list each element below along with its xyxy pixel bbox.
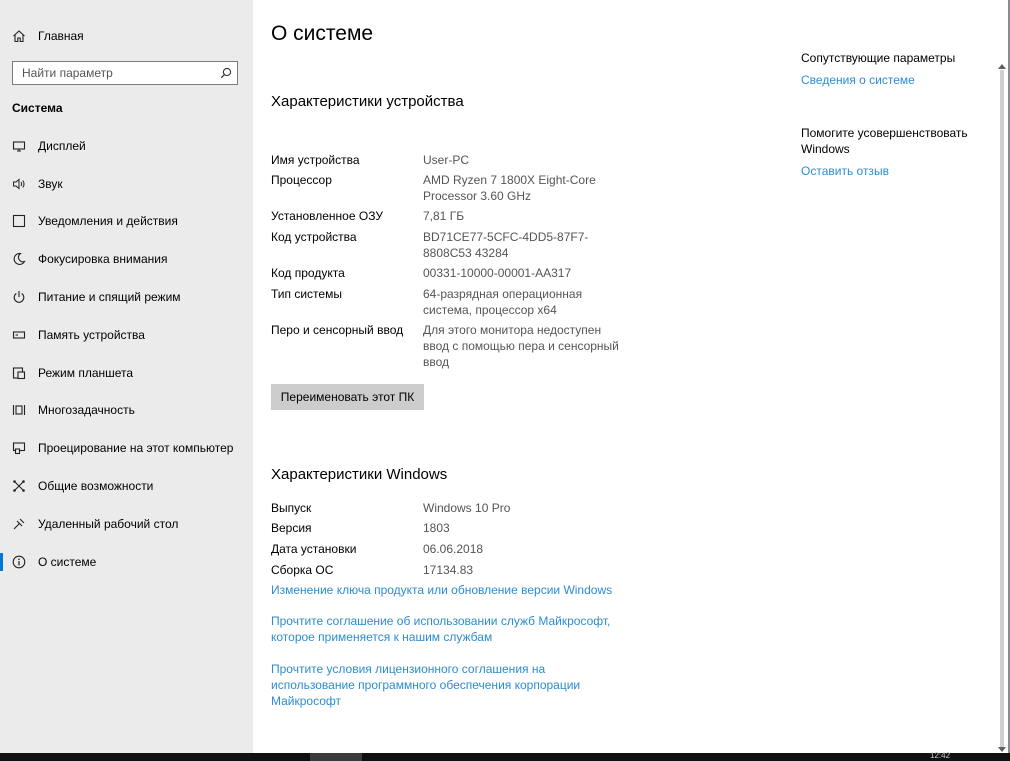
home-link[interactable]: Главная <box>12 26 84 46</box>
spec-key: Код устройства <box>271 230 357 244</box>
spec-value: Windows 10 Pro <box>423 501 511 515</box>
sidebar-item-label: Фокусировка внимания <box>38 252 168 267</box>
scrollbar[interactable] <box>996 50 1008 753</box>
display-icon <box>12 139 26 153</box>
storage-icon <box>12 328 26 342</box>
sidebar-item-notifications[interactable]: Уведомления и действия <box>0 203 253 241</box>
spec-value: 1803 <box>423 521 450 535</box>
sound-icon <box>12 177 26 191</box>
projecting-icon <box>12 441 26 455</box>
info-icon <box>12 555 26 569</box>
license-terms-link[interactable]: Прочтите условия лицензионного соглашени… <box>271 661 591 709</box>
search-input[interactable] <box>13 63 215 83</box>
sidebar: Главная Система Дисплей Звук Уведомления… <box>0 0 253 753</box>
sidebar-item-focus-assist[interactable]: Фокусировка внимания <box>0 240 253 278</box>
windows-specs-heading: Характеристики Windows <box>271 466 448 483</box>
spec-key: Установленное ОЗУ <box>271 209 383 223</box>
related-settings-heading: Сопутствующие параметры <box>801 51 956 65</box>
sidebar-item-power[interactable]: Питание и спящий режим <box>0 278 253 316</box>
remote-desktop-icon <box>12 517 26 531</box>
sidebar-item-label: Звук <box>38 176 63 191</box>
improve-windows-heading: Помогите усовершенствовать Windows <box>801 126 968 156</box>
sidebar-item-shared-experiences[interactable]: Общие возможности <box>0 467 253 505</box>
taskbar <box>0 753 1010 761</box>
sidebar-item-label: Удаленный рабочий стол <box>38 516 179 531</box>
taskbar-active-app[interactable] <box>310 753 362 761</box>
sidebar-item-label: Дисплей <box>38 138 86 153</box>
sidebar-item-sound[interactable]: Звук <box>0 165 253 203</box>
search-icon[interactable] <box>215 67 237 79</box>
spec-value: User-PC <box>423 153 470 167</box>
sidebar-item-label: Питание и спящий режим <box>38 290 181 305</box>
spec-key: Имя устройства <box>271 153 360 167</box>
spec-key: Процессор <box>271 173 332 187</box>
sidebar-item-tablet-mode[interactable]: Режим планшета <box>0 354 253 392</box>
notifications-icon <box>12 214 26 228</box>
scroll-thumb[interactable] <box>1000 70 1004 750</box>
spec-value: 00331-10000-00001-AA317 <box>423 266 572 280</box>
search-box[interactable] <box>12 61 238 85</box>
sidebar-item-display[interactable]: Дисплей <box>0 127 253 165</box>
spec-key: Код продукта <box>271 266 345 280</box>
sidebar-item-about[interactable]: О системе <box>0 543 253 581</box>
services-agreement-link[interactable]: Прочтите соглашение об использовании слу… <box>271 613 621 645</box>
page-title: О системе <box>271 22 374 45</box>
change-product-key-link[interactable]: Изменение ключа продукта или обновление … <box>271 582 621 598</box>
spec-value: 7,81 ГБ <box>423 209 465 223</box>
sidebar-item-label: Проецирование на этот компьютер <box>38 441 234 456</box>
rename-pc-button[interactable]: Переименовать этот ПК <box>271 384 424 410</box>
sidebar-item-multitasking[interactable]: Многозадачность <box>0 392 253 430</box>
sidebar-item-label: О системе <box>38 554 97 569</box>
sidebar-item-remote-desktop[interactable]: Удаленный рабочий стол <box>0 505 253 543</box>
shared-experiences-icon <box>12 479 26 493</box>
sidebar-item-storage[interactable]: Память устройства <box>0 316 253 354</box>
spec-value: BD71CE77-5CFC-4DD5-87F7-8808C53 43284 <box>423 230 589 260</box>
home-icon <box>12 29 26 43</box>
spec-key: Версия <box>271 521 312 535</box>
sidebar-item-label: Общие возможности <box>38 479 154 494</box>
spec-value: 64-разрядная операционная система, проце… <box>423 287 583 317</box>
sidebar-item-label: Память устройства <box>38 327 145 342</box>
sidebar-item-label: Многозадачность <box>38 403 135 418</box>
spec-value: AMD Ryzen 7 1800X Eight-Core Processor 3… <box>423 173 596 203</box>
tablet-icon <box>12 366 26 380</box>
spec-key: Сборка ОС <box>271 563 334 577</box>
spec-key: Дата установки <box>271 542 357 556</box>
spec-value: 17134.83 <box>423 563 474 577</box>
taskbar-clock: 12:42 <box>930 751 951 760</box>
home-label: Главная <box>38 29 84 43</box>
sidebar-item-label: Уведомления и действия <box>38 214 178 229</box>
spec-key: Тип системы <box>271 287 342 301</box>
feedback-link[interactable]: Оставить отзыв <box>801 163 981 179</box>
spec-value: 06.06.2018 <box>423 542 484 556</box>
sidebar-item-label: Режим планшета <box>38 365 134 380</box>
spec-key: Выпуск <box>271 501 312 515</box>
multitasking-icon <box>12 403 26 417</box>
system-info-link[interactable]: Сведения о системе <box>801 72 981 88</box>
section-title: Система <box>12 101 63 115</box>
spec-value: Для этого монитора недоступен ввод с пом… <box>423 323 619 369</box>
moon-icon <box>12 252 26 266</box>
sidebar-item-projecting[interactable]: Проецирование на этот компьютер <box>0 429 253 467</box>
nav-list: Дисплей Звук Уведомления и действия Фоку… <box>0 127 253 581</box>
device-specs-heading: Характеристики устройства <box>271 93 464 110</box>
power-icon <box>12 290 26 304</box>
spec-key: Перо и сенсорный ввод <box>271 323 404 337</box>
